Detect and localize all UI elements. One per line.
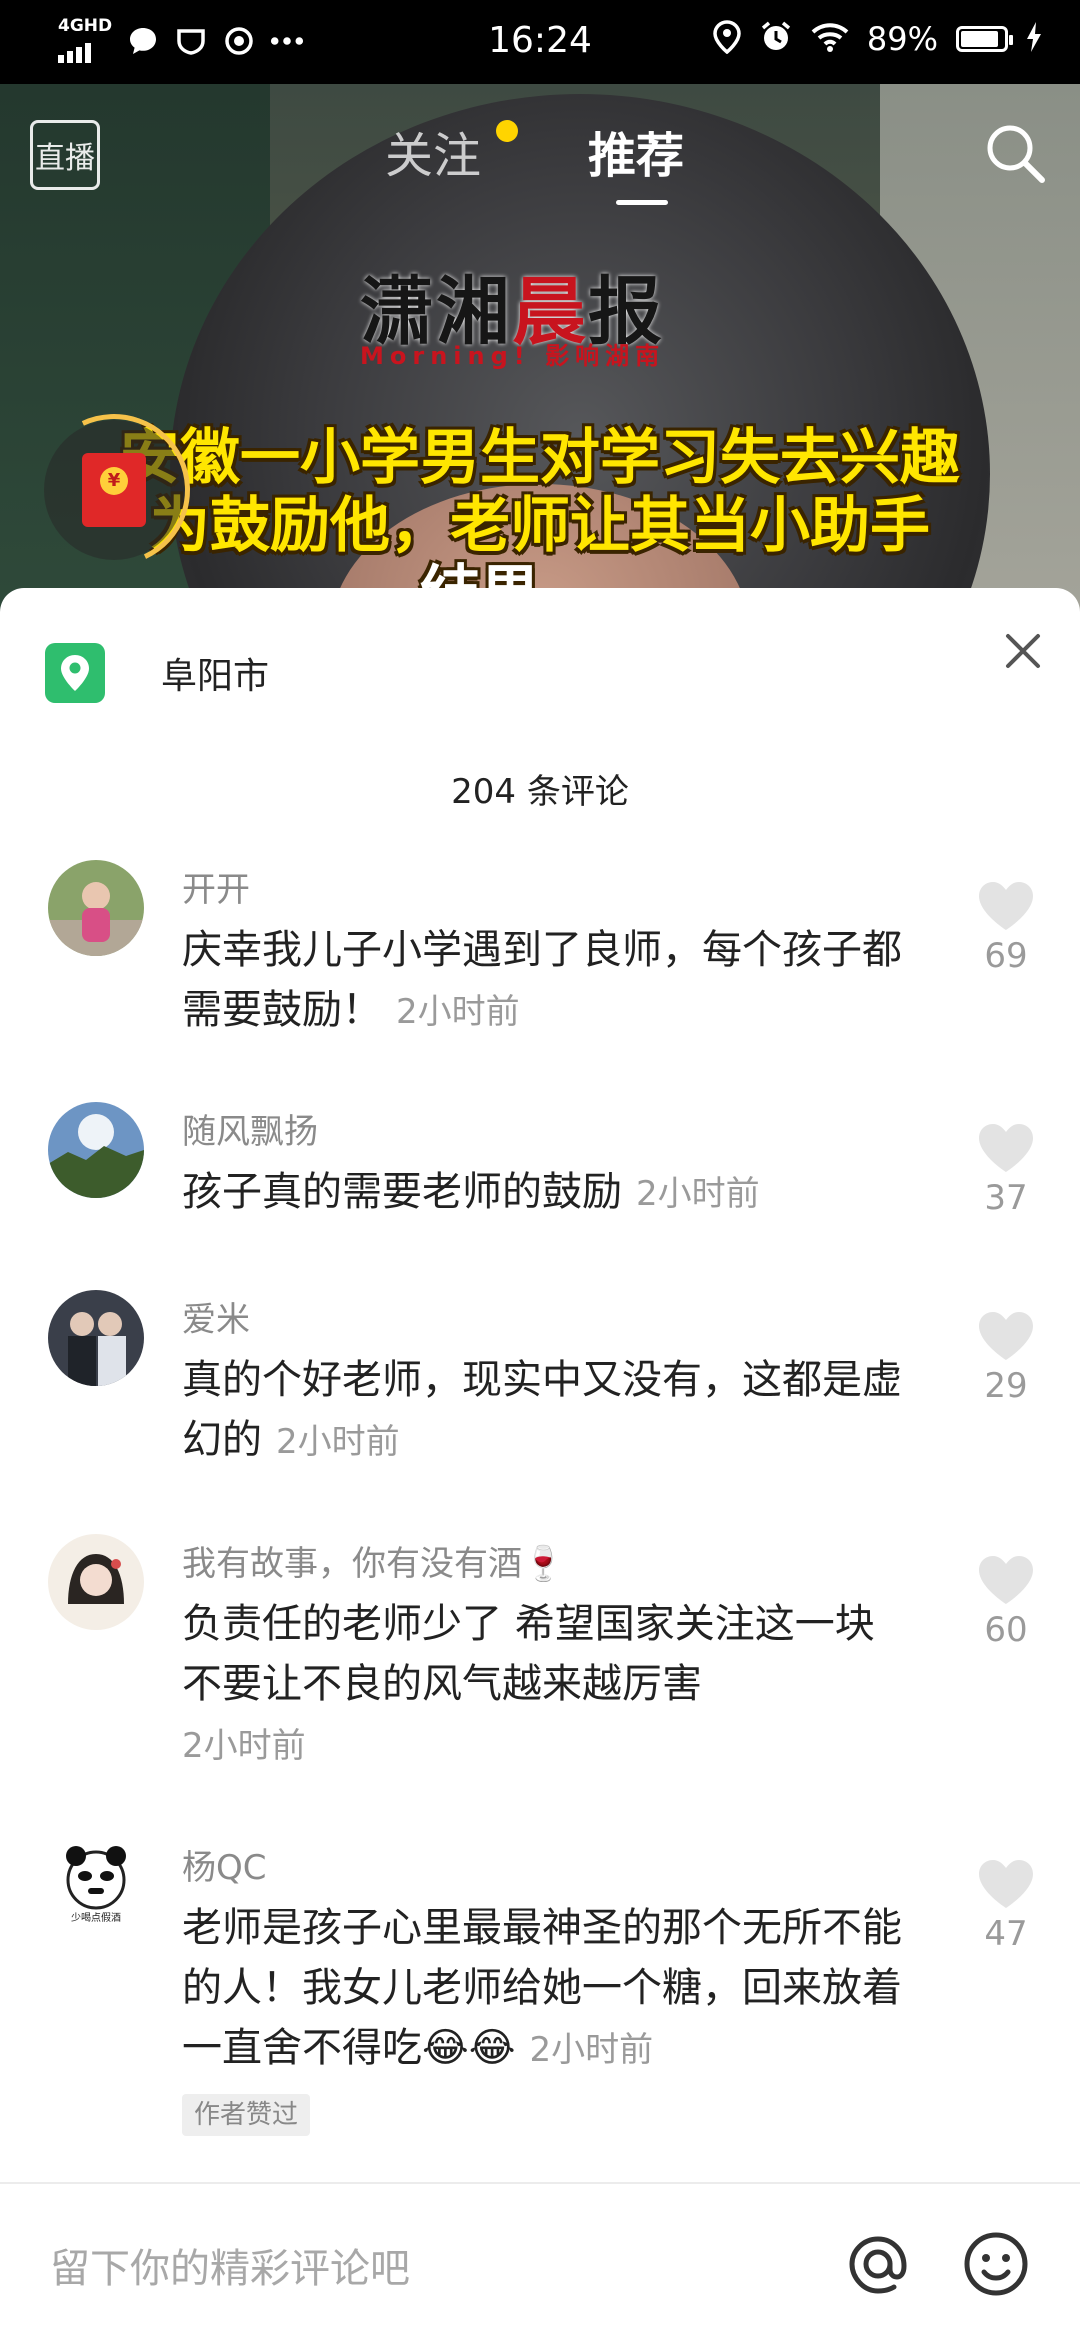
headline-line-2: 为鼓励他，老师让其当小助手: [150, 491, 930, 561]
smiley-icon: [964, 2232, 1028, 2296]
alarm-icon: [759, 20, 793, 58]
avatar[interactable]: [48, 860, 144, 956]
like-button[interactable]: 69: [976, 880, 1036, 976]
logo-subtitle: Morning! 影响湖南: [360, 342, 666, 370]
comment-text-wrap: 庆幸我儿子小学遇到了良师，每个孩子都需要鼓励！ 2小时前: [182, 920, 922, 1042]
location-pin-icon: [45, 643, 105, 703]
comment-input[interactable]: 留下你的精彩评论吧: [50, 2236, 410, 2294]
comment-time: 2小时前: [529, 2030, 654, 2070]
avatar[interactable]: [48, 1290, 144, 1386]
like-button[interactable]: 37: [976, 1122, 1036, 1218]
search-button[interactable]: [980, 118, 1050, 188]
wifi-icon: [811, 22, 849, 56]
avatar[interactable]: 少喝点假酒: [48, 1838, 144, 1934]
comment-time: 2小时前: [276, 1422, 400, 1462]
comment-username[interactable]: 开开: [182, 862, 250, 911]
active-tab-indicator: [616, 200, 668, 205]
status-bar: 4GHD 16:24 89%: [0, 0, 1080, 84]
comment-time: 2小时前: [182, 1726, 306, 1766]
charging-icon: [1026, 22, 1042, 56]
heart-icon: [979, 882, 1033, 930]
comment-text: 庆幸我儿子小学遇到了良师，每个孩子都需要鼓励！: [182, 927, 902, 1033]
heart-icon: [979, 1860, 1033, 1908]
tab-follow-notification-dot: [496, 120, 518, 142]
mention-button[interactable]: [842, 2228, 914, 2300]
close-button[interactable]: [998, 626, 1048, 676]
like-count: 29: [984, 1366, 1028, 1406]
live-button[interactable]: 直播: [30, 120, 100, 190]
comment-text-wrap: 孩子真的需要老师的鼓励 2小时前: [182, 1162, 922, 1224]
comment-count: 204 条评论: [451, 772, 629, 812]
comment-text: 负责任的老师少了 希望国家关注这一块 不要让不良的风气越来越厉害: [182, 1601, 875, 1707]
red-packet-button[interactable]: ¥: [16, 392, 212, 588]
comment-text-wrap: 负责任的老师少了 希望国家关注这一块 不要让不良的风气越来越厉害 2小时前: [182, 1594, 922, 1776]
battery-percent: 89%: [866, 20, 938, 58]
location-icon: [713, 20, 741, 58]
like-count: 47: [984, 1914, 1028, 1954]
comment-username[interactable]: 我有故事，你有没有酒🍷: [182, 1536, 564, 1585]
comment-sheet: 阜阳市 204 条评论 开开 庆幸我儿子小学遇到了良师，每个孩子都需要鼓励！ 2小…: [0, 588, 1080, 2340]
heart-icon: [979, 1124, 1033, 1172]
comment-username[interactable]: 爱米: [182, 1292, 250, 1341]
tab-recommended[interactable]: 推荐: [588, 116, 684, 186]
location-row[interactable]: 阜阳市: [45, 643, 269, 703]
emoji-button[interactable]: [960, 2228, 1032, 2300]
svg-text:少喝点假酒: 少喝点假酒: [71, 1911, 121, 1924]
comment-time: 2小时前: [396, 992, 520, 1032]
like-button[interactable]: 29: [976, 1310, 1036, 1406]
like-count: 37: [984, 1178, 1028, 1218]
like-count: 60: [984, 1610, 1028, 1650]
like-button[interactable]: 47: [976, 1858, 1036, 1954]
close-icon: [1006, 634, 1040, 668]
like-button[interactable]: 60: [976, 1554, 1036, 1650]
live-label: 直播: [35, 141, 95, 176]
search-icon: [987, 125, 1045, 183]
battery-icon: [956, 26, 1013, 52]
avatar[interactable]: [48, 1534, 144, 1630]
heart-icon: [979, 1556, 1033, 1604]
author-liked-badge: 作者赞过: [182, 2094, 311, 2136]
top-navigation: 直播 关注 推荐: [0, 110, 1080, 205]
comment-input-bar: 留下你的精彩评论吧: [0, 2182, 1080, 2342]
comment-username[interactable]: 随风飘扬: [182, 1104, 318, 1153]
at-sign-icon: [849, 2236, 907, 2294]
comment-time: 2小时前: [636, 1174, 760, 1214]
location-name: 阜阳市: [161, 656, 270, 697]
red-packet-icon: ¥: [82, 453, 146, 527]
comment-text: 孩子真的需要老师的鼓励: [182, 1169, 622, 1215]
comment-username[interactable]: 杨QC: [182, 1840, 267, 1889]
tab-follow[interactable]: 关注: [385, 116, 481, 186]
avatar[interactable]: [48, 1102, 144, 1198]
comment-text-wrap: 老师是孩子心里最最神圣的那个无所不能的人！我女儿老师给她一个糖，回来放着一直舍不…: [182, 1898, 922, 2140]
like-count: 69: [984, 936, 1028, 976]
headline-line-1: 安徽一小学男生对学习失去兴趣: [120, 423, 960, 493]
heart-icon: [979, 1312, 1033, 1360]
comment-text-wrap: 真的个好老师，现实中又没有，这都是虚幻的 2小时前: [182, 1350, 922, 1472]
